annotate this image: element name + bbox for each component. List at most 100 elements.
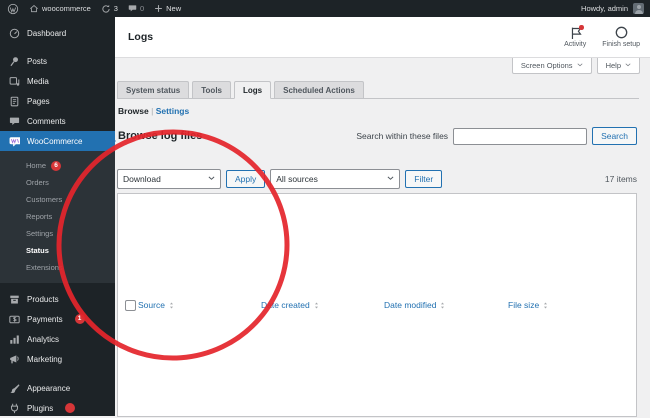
tab-bar: System status Tools Logs Scheduled Actions	[117, 81, 639, 99]
sidebar-item-analytics[interactable]: Analytics	[0, 329, 115, 349]
plus-icon	[154, 4, 163, 13]
comments-count: 0	[139, 4, 145, 13]
new-menu[interactable]: New	[154, 4, 181, 13]
unread-badge: 6	[51, 160, 62, 171]
column-header-source[interactable]: Source	[138, 300, 261, 310]
chevron-down-icon	[625, 62, 631, 69]
column-label: Date modified	[384, 300, 437, 310]
search-input[interactable]	[453, 127, 588, 145]
comment-icon	[128, 4, 137, 13]
marketing-icon	[9, 354, 20, 365]
site-name: woocommerce	[42, 4, 91, 13]
screen-options-button[interactable]: Screen Options	[511, 58, 592, 74]
howdy-menu[interactable]: Howdy, admin	[581, 4, 628, 13]
tab-tools[interactable]: Tools	[192, 81, 231, 98]
new-label: New	[166, 4, 182, 13]
tab-scheduled-actions[interactable]: Scheduled Actions	[274, 81, 364, 98]
chevron-down-icon	[208, 176, 215, 183]
column-header-date-modified[interactable]: Date modified	[384, 300, 508, 310]
action-label: Activity	[564, 41, 587, 48]
search-button[interactable]: Search	[592, 127, 637, 145]
updates-menu[interactable]: 3	[101, 4, 118, 14]
sidebar-item-reports[interactable]: Reports	[0, 208, 115, 225]
finish-setup-button[interactable]: Finish setup	[602, 26, 640, 48]
sidebar-item-comments[interactable]: Comments	[0, 111, 115, 131]
source-filter-select[interactable]: All sources	[270, 169, 401, 189]
sort-icon	[542, 301, 549, 309]
plugins-icon	[9, 403, 20, 414]
sidebar-item-home[interactable]: Home 6	[0, 157, 115, 174]
apply-button[interactable]: Apply	[226, 170, 266, 188]
browse-link[interactable]: Browse	[118, 106, 149, 116]
sidebar-item-woocommerce[interactable]: WooCommerce	[0, 131, 116, 151]
tab-label: Tools	[201, 86, 222, 95]
search-group: Search within these files Search	[356, 127, 637, 145]
sidebar-item-products[interactable]: Products	[0, 289, 115, 309]
header-actions: Activity Finish setup	[564, 25, 640, 48]
sidebar-item-label: Products	[27, 294, 59, 304]
sidebar-item-payments[interactable]: Payments 1	[0, 309, 115, 329]
woocommerce-submenu: Home 6 Orders Customers Reports Settings Statu…	[0, 151, 115, 283]
sidebar-item-appearance[interactable]: Appearance	[0, 378, 115, 398]
sort-icon	[439, 301, 446, 309]
activity-button[interactable]: Activity	[564, 25, 587, 48]
table-header: Source Date created Date modified File size	[118, 194, 636, 416]
media-icon	[9, 76, 20, 87]
column-label: Date created	[261, 300, 310, 310]
tab-label: Scheduled Actions	[283, 86, 355, 95]
sidebar-item-label: Plugins	[27, 403, 54, 413]
subnav-divider: |	[151, 106, 154, 116]
woocommerce-icon	[9, 136, 20, 147]
updates-count: 3	[113, 4, 118, 13]
admin-bar-right: Howdy, admin	[581, 3, 650, 14]
source-filter-value: All sources	[276, 174, 318, 184]
filter-button[interactable]: Filter	[405, 170, 443, 188]
wordpress-logo-icon	[7, 3, 19, 15]
select-all-checkbox[interactable]	[125, 299, 136, 311]
tab-logs[interactable]: Logs	[234, 81, 272, 99]
column-header-file-size[interactable]: File size	[508, 300, 636, 310]
sidebar-item-label: Appearance	[27, 383, 71, 393]
tab-system-status[interactable]: System status	[117, 81, 190, 98]
sidebar-item-label: Reports	[26, 212, 53, 221]
sidebar-item-extensions[interactable]: Extensions	[0, 259, 115, 276]
admin-bar-left: woocommerce 3 0 New	[0, 3, 181, 15]
avatar	[633, 3, 644, 14]
dashboard-icon	[9, 28, 20, 39]
site-name-menu[interactable]: woocommerce	[29, 4, 91, 14]
sidebar-item-pages[interactable]: Pages	[0, 91, 115, 111]
column-label: File size	[508, 300, 540, 310]
sidebar-item-dashboard[interactable]: Dashboard	[0, 23, 115, 43]
payments-icon	[9, 314, 20, 325]
sidebar-item-orders[interactable]: Orders	[0, 174, 115, 191]
flag-icon	[569, 25, 584, 39]
items-count: 17 items	[604, 174, 637, 184]
tab-label: System status	[126, 86, 181, 95]
pages-icon	[9, 96, 20, 107]
sidebar-item-label: Pages	[27, 96, 50, 106]
sidebar-item-status[interactable]: Status	[0, 242, 115, 259]
sidebar-item-media[interactable]: Media	[0, 71, 115, 91]
control-label: Help	[605, 61, 621, 70]
comments-menu[interactable]: 0	[128, 4, 144, 13]
sidebar-item-posts[interactable]: Posts	[0, 51, 115, 71]
action-label: Finish setup	[602, 41, 640, 48]
comment-icon	[9, 116, 20, 127]
column-header-date-created[interactable]: Date created	[261, 300, 384, 310]
products-icon	[9, 294, 20, 305]
sidebar-item-label: Customers	[26, 195, 63, 204]
bulk-action-select[interactable]: Download	[117, 169, 221, 189]
sidebar-item-label: Home	[26, 161, 47, 170]
sidebar-item-settings[interactable]: Settings	[0, 225, 115, 242]
help-button[interactable]: Help	[596, 58, 640, 74]
sort-icon	[313, 301, 320, 309]
tab-label: Logs	[243, 86, 263, 95]
wordpress-logo-menu[interactable]	[7, 3, 19, 15]
update-count-badge: 1	[74, 314, 85, 324]
sidebar-item-customers[interactable]: Customers	[0, 191, 115, 208]
sidebar-item-label: Payments	[27, 314, 63, 324]
sidebar-item-plugins[interactable]: Plugins	[0, 398, 115, 418]
sidebar-item-marketing[interactable]: Marketing	[0, 349, 115, 369]
page-title: Logs	[128, 31, 154, 43]
settings-link[interactable]: Settings	[156, 106, 190, 116]
